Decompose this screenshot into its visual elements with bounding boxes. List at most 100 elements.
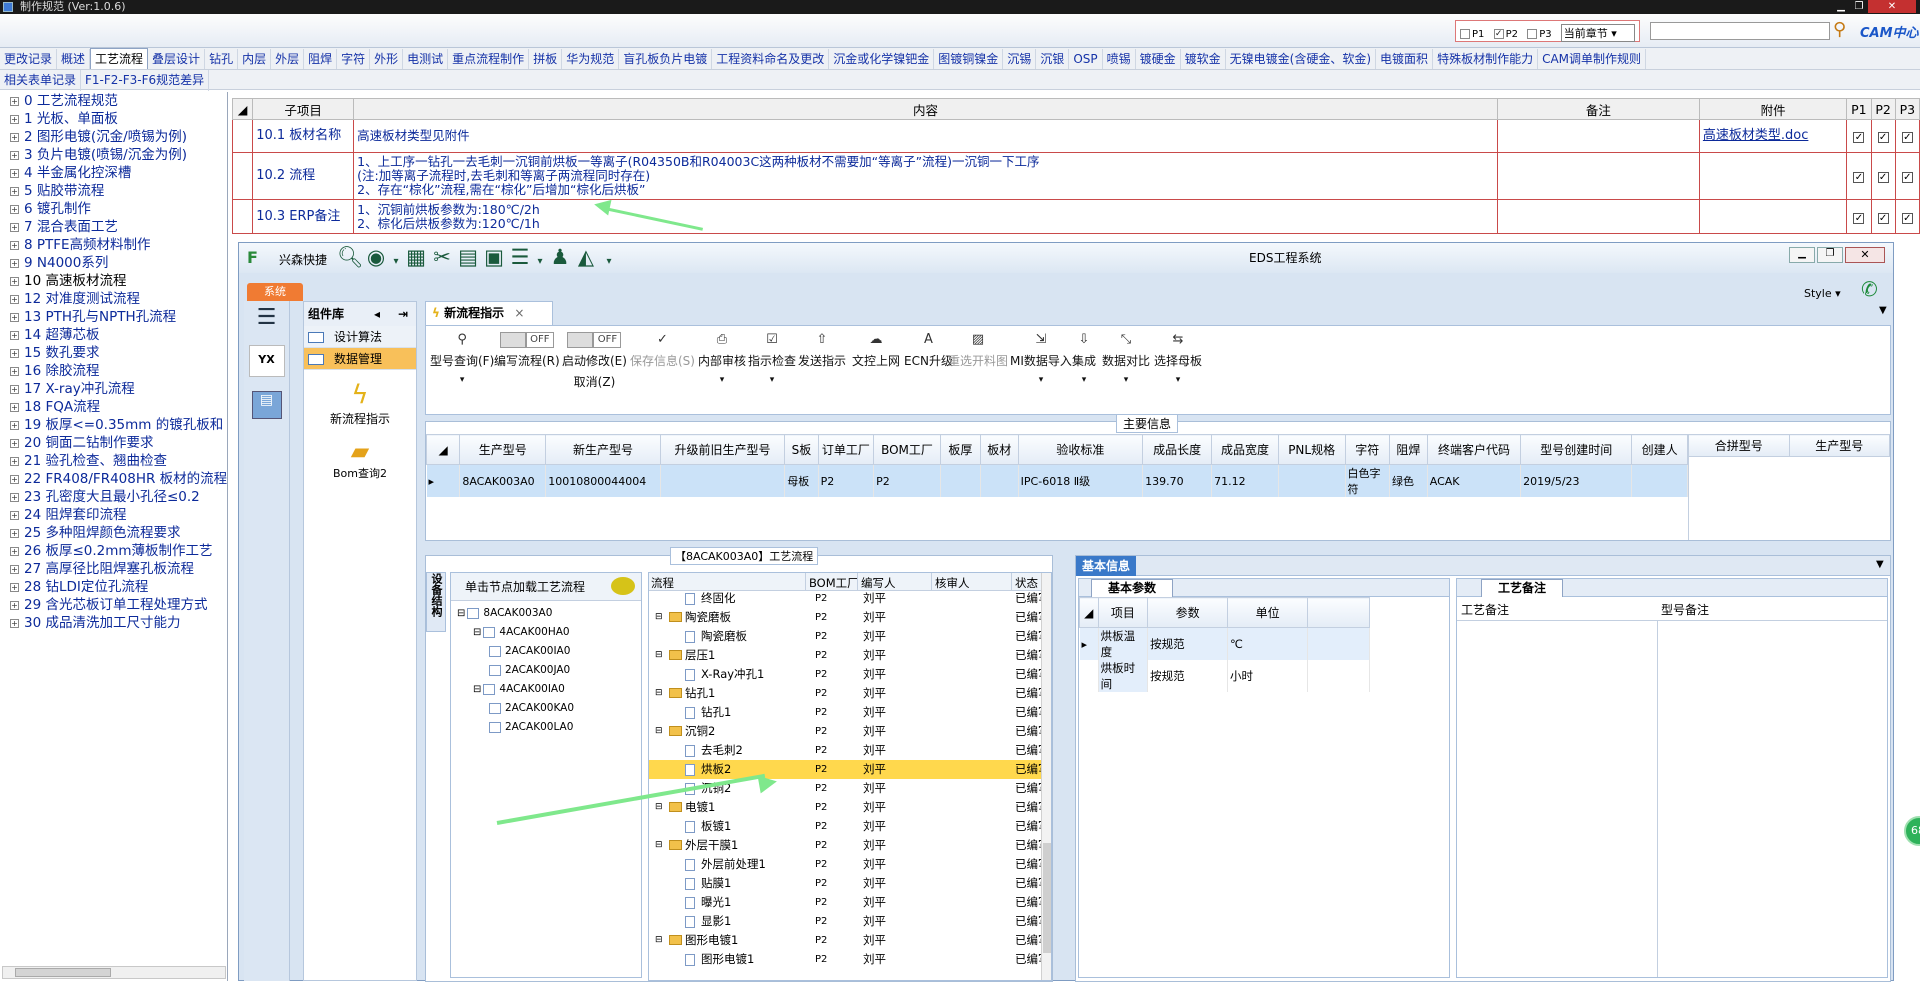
param-row[interactable]: 烘板时间 按规范 小时	[1079, 660, 1370, 692]
ribbon-button[interactable]: ▨ 重选开料图	[948, 332, 1008, 369]
plant-checkbox[interactable]: ✓	[1853, 212, 1865, 224]
tab-item[interactable]: 更改记录	[0, 49, 58, 69]
flow-row[interactable]: ⊟ 层压1 P2 刘平 已编写	[649, 646, 1050, 665]
expand-icon[interactable]: +	[10, 546, 19, 556]
eds-min-button[interactable]: ▁	[1789, 247, 1815, 263]
flow-row[interactable]: ⊟ 电镀1 P2 刘平 已编写	[649, 798, 1050, 817]
tab-item[interactable]: 钻孔	[205, 49, 239, 69]
basic-info-collapse-icon[interactable]: ▼	[1876, 559, 1884, 570]
chapter-item[interactable]: +8 PTFE高频材料制作	[0, 236, 227, 254]
search-icon[interactable]: ⚲	[1833, 19, 1846, 40]
expand-icon[interactable]: +	[10, 600, 19, 610]
collapse-left-icon[interactable]: ◂	[374, 302, 380, 326]
expand-icon[interactable]: +	[10, 456, 19, 466]
chapter-item[interactable]: +21 验孔检查、翘曲检查	[0, 452, 227, 470]
spec-attachment-link[interactable]	[1698, 152, 1848, 200]
ribbon-dropdown-icon[interactable]: ▾	[430, 375, 494, 385]
expand-icon[interactable]: +	[10, 564, 19, 574]
ribbon-button[interactable]: OFF 启动修改(E) 取消(Z)	[562, 332, 627, 390]
chapter-item[interactable]: +16 除胶流程	[0, 362, 227, 380]
ribbon-dropdown-icon[interactable]: ▾	[1072, 375, 1096, 385]
chapter-item[interactable]: +5 贴胶带流程	[0, 182, 227, 200]
plant-checkbox[interactable]: ✓	[1853, 132, 1865, 143]
ribbon-dropdown-icon[interactable]: ▾	[1154, 375, 1202, 385]
flow-row[interactable]: 贴膜1 P2 刘平 已编写	[649, 874, 1050, 893]
ribbon-dropdown-icon[interactable]: ▾	[1102, 375, 1150, 385]
tab-item[interactable]: 工艺流程	[90, 48, 149, 69]
chapter-item[interactable]: +15 数孔要求	[0, 344, 227, 362]
bom-query-nav[interactable]: ▰ Bom查询2	[304, 437, 416, 481]
search-input[interactable]	[1650, 22, 1830, 40]
calculator-icon[interactable]: ▤	[251, 391, 282, 419]
ribbon-dropdown-icon[interactable]: ▾	[748, 375, 796, 385]
pin-icon[interactable]: ⇥	[398, 302, 408, 326]
plant-checkbox[interactable]: ✓	[1853, 172, 1865, 183]
flow-row[interactable]: ⊟ 外层干膜1 P2 刘平 已编写	[649, 836, 1050, 855]
param-row[interactable]: ▸ 烘板温度 按规范 ℃	[1079, 627, 1370, 660]
tab-item[interactable]: 叠层设计	[148, 49, 206, 69]
main-grid-cell[interactable]: 8ACAK003A0	[459, 464, 547, 497]
chapter-item[interactable]: +14 超薄芯板	[0, 326, 227, 344]
expand-icon[interactable]: +	[10, 240, 19, 250]
tab-item[interactable]: 概述	[57, 49, 91, 69]
ribbon-button[interactable]: ⇩ 集成 ▾	[1072, 332, 1096, 385]
chart-icon[interactable]: ◭	[573, 245, 599, 269]
expand-icon[interactable]: +	[10, 474, 19, 484]
scope-select[interactable]: 当前章节 ▾	[1560, 24, 1635, 42]
expand-icon[interactable]: +	[10, 528, 19, 538]
list-icon[interactable]: ☰	[507, 245, 533, 269]
expand-icon[interactable]: +	[10, 258, 19, 268]
main-grid-cell[interactable]	[940, 464, 981, 497]
tab-item[interactable]: 镀硬金	[1136, 49, 1181, 69]
ribbon-button[interactable]: ⤡ 数据对比 ▾	[1102, 332, 1150, 385]
sidebar-hscrollbar[interactable]	[2, 966, 226, 979]
tab-item[interactable]: CAM调单制作规则	[1538, 49, 1647, 69]
system-tab[interactable]: 系统	[247, 283, 303, 301]
expand-icon[interactable]: +	[10, 312, 19, 322]
expand-icon[interactable]: +	[10, 492, 19, 502]
tab-item[interactable]: 电测试	[403, 49, 449, 69]
tab-item-row2[interactable]: F1-F2-F3-F6规范差异	[81, 70, 210, 91]
chapter-item[interactable]: +28 钻LDI定位孔流程	[0, 578, 227, 596]
dropdown-icon[interactable]: ▾	[389, 250, 403, 274]
main-grid-cell[interactable]: 母板	[784, 464, 819, 497]
menu-icon[interactable]: ☰	[249, 305, 285, 333]
flow-row[interactable]: ⊟ 钻孔1 P2 刘平 已编写	[649, 684, 1050, 703]
main-grid-cell[interactable]: ACAK	[1427, 464, 1522, 497]
ribbon-button[interactable]: OFF 编写流程(R)	[494, 332, 560, 369]
main-grid-cell[interactable]: P2	[818, 464, 875, 497]
expand-icon[interactable]: +	[10, 186, 19, 196]
expand-icon[interactable]: +	[10, 114, 19, 124]
tab-item[interactable]: 无镍电镀金(含硬金、软金)	[1226, 49, 1377, 69]
main-grid-cell[interactable]	[1631, 464, 1688, 497]
toggle-switch[interactable]: OFF	[562, 332, 627, 350]
tab-item[interactable]: 阻焊	[304, 49, 338, 69]
flow-row[interactable]: 去毛刺2 P2 刘平 已编写	[649, 741, 1050, 760]
tab-item[interactable]: 喷锡	[1103, 49, 1136, 69]
new-flow-nav[interactable]: ϟ 新流程指示	[304, 380, 416, 427]
chapter-item[interactable]: +19 板厚<=0.35mm 的镀孔板和	[0, 416, 227, 434]
component-nav-item[interactable]: 数据管理	[304, 348, 416, 370]
chapter-item[interactable]: +30 成品清洗加工尺寸能力	[0, 614, 227, 632]
expand-icon[interactable]: +	[10, 150, 19, 160]
chapter-item[interactable]: +2 图形电镀(沉金/喷锡为例)	[0, 128, 227, 146]
model-tree-node[interactable]: ⊟ 4ACAK00IA0	[473, 683, 565, 701]
main-grid-cell[interactable]: 71.12	[1211, 464, 1279, 497]
chapter-item[interactable]: +12 对准度测试流程	[0, 290, 227, 308]
customize-icon[interactable]: ▾	[599, 250, 619, 274]
chapter-item[interactable]: +22 FR408/FR408HR 板材的流程	[0, 470, 227, 488]
expand-icon[interactable]: +	[10, 96, 19, 106]
tab-item[interactable]: 镀软金	[1181, 49, 1226, 69]
expand-icon[interactable]: +	[10, 168, 19, 178]
chapter-item[interactable]: +7 混合表面工艺	[0, 218, 227, 236]
chapter-item[interactable]: +26 板厚≤0.2mm薄板制作工艺	[0, 542, 227, 560]
tab-item[interactable]: 华为规范	[562, 49, 620, 69]
p1-checkbox[interactable]	[1460, 29, 1470, 39]
main-grid-cell[interactable]: P2	[873, 464, 941, 497]
expand-icon[interactable]: +	[10, 276, 19, 286]
style-menu[interactable]: Style ▾	[1804, 287, 1841, 300]
expand-icon[interactable]: +	[10, 384, 19, 394]
eds-close-button[interactable]: ✕	[1845, 247, 1885, 263]
chapter-item[interactable]: +10 高速板材流程	[0, 272, 227, 290]
minimize-button[interactable]: ▁	[1832, 0, 1850, 13]
